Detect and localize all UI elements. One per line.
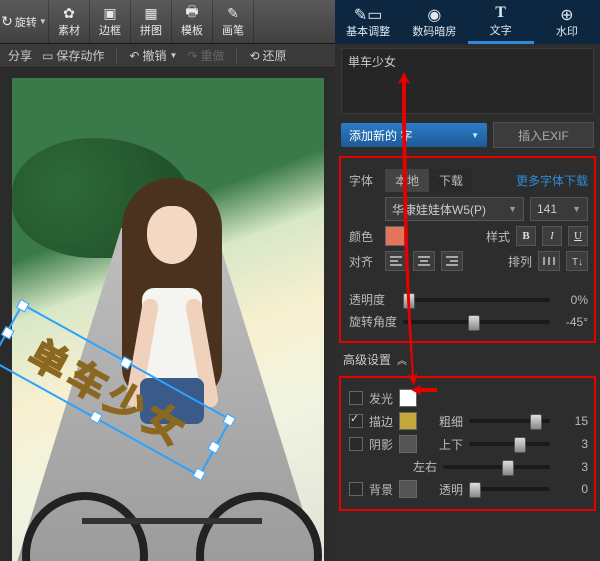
tab-basic-adjust[interactable]: ✎▭基本调整 [335, 0, 401, 44]
font-tab-local[interactable]: 本地 [385, 169, 429, 192]
style-label: 样式 [486, 228, 510, 245]
advanced-settings-header[interactable]: 高级设置 ︽ [335, 345, 600, 374]
jigsaw-tool[interactable]: ▦拼图 [131, 0, 172, 43]
color-label: 颜色 [349, 228, 379, 245]
restore-button[interactable]: ⟲还原 [249, 47, 286, 64]
opacity-value: 0% [556, 293, 588, 307]
advanced-section: 发光 描边 粗细 15 阴影 上下 3 左右 3 [339, 376, 596, 511]
more-fonts-link[interactable]: 更多字体下载 [516, 172, 588, 189]
arrange-label: 排列 [508, 253, 532, 270]
align-label: 对齐 [349, 253, 379, 270]
undo-button[interactable]: ↶撤销▼ [129, 47, 177, 64]
stroke-label: 描边 [369, 413, 393, 430]
align-center-button[interactable] [413, 251, 435, 271]
material-tool[interactable]: ✿素材 [49, 0, 90, 43]
stroke-thickness-slider[interactable] [469, 419, 550, 423]
shadow-ud-label: 上下 [439, 436, 463, 453]
border-tool[interactable]: ▣边框 [90, 0, 131, 43]
stroke-thumb[interactable] [530, 414, 542, 430]
rotate-tool[interactable]: ↻旋转▼ [0, 0, 49, 43]
underline-button[interactable]: U [568, 226, 588, 246]
brush-tool[interactable]: ✎画笔 [213, 0, 254, 43]
shadow-label: 阴影 [369, 436, 393, 453]
bg-opacity-slider[interactable] [469, 487, 550, 491]
glow-label: 发光 [369, 390, 393, 407]
shadow-ud-slider[interactable] [469, 442, 550, 446]
shadow-ud-thumb[interactable] [514, 437, 526, 453]
add-new-text-button[interactable]: 添加新的 字▼ [341, 123, 487, 147]
text-input[interactable]: 単车少女 [341, 48, 594, 114]
share-button[interactable]: 分享 [8, 47, 32, 64]
top-toolbar: ↻旋转▼ ✿素材 ▣边框 ▦拼图 🖶模板 ✎画笔 [0, 0, 335, 44]
action-bar: 分享 ▭保存动作 ↶撤销▼ ↷重做 ⟲还原 [0, 44, 335, 68]
bold-button[interactable]: B [516, 226, 536, 246]
stroke-value: 15 [556, 414, 588, 428]
right-tabs: ✎▭基本调整 ◉数码暗房 T文字 ⊕水印 [335, 0, 600, 44]
font-size-select[interactable]: 141▼ [530, 197, 588, 221]
bg-opacity-value: 0 [556, 482, 588, 496]
font-family-select[interactable]: 华康娃娃体W5(P)▼ [385, 197, 524, 221]
tab-text[interactable]: T文字 [468, 0, 534, 44]
angle-thumb[interactable] [468, 315, 480, 331]
canvas-area[interactable]: 单车少女 [0, 68, 335, 561]
italic-button[interactable]: I [542, 226, 562, 246]
separator [116, 49, 117, 63]
chevron-up-icon: ︽ [397, 352, 407, 367]
font-tab-download[interactable]: 下载 [429, 169, 473, 192]
separator [236, 49, 237, 63]
insert-exif-button[interactable]: 插入EXIF [493, 122, 594, 148]
bg-color-swatch[interactable] [399, 480, 417, 498]
redo-button[interactable]: ↷重做 [187, 47, 224, 64]
stroke-checkbox[interactable] [349, 414, 363, 428]
angle-label: 旋转角度 [349, 313, 397, 330]
bg-label: 背景 [369, 481, 393, 498]
angle-value: -45° [556, 315, 588, 329]
svg-text:T↓: T↓ [572, 257, 583, 267]
angle-slider[interactable] [403, 320, 550, 324]
shadow-ud-value: 3 [556, 437, 588, 451]
tab-darkroom[interactable]: ◉数码暗房 [401, 0, 467, 44]
font-label: 字体 [349, 172, 379, 189]
text-panel: 単车少女 添加新的 字▼ 插入EXIF 字体 本地 下载 更多字体下载 华康娃娃… [335, 44, 600, 561]
shadow-lr-slider[interactable] [443, 465, 550, 469]
bg-opacity-label: 透明 [439, 481, 463, 498]
align-left-button[interactable] [385, 251, 407, 271]
bg-checkbox[interactable] [349, 482, 363, 496]
shadow-lr-label: 左右 [413, 458, 437, 475]
opacity-slider[interactable] [403, 298, 550, 302]
font-section: 字体 本地 下载 更多字体下载 华康娃娃体W5(P)▼ 141▼ 颜色 样式 B… [339, 156, 596, 343]
stroke-thickness-label: 粗细 [439, 413, 463, 430]
glow-checkbox[interactable] [349, 391, 363, 405]
text-color-swatch[interactable] [385, 226, 405, 246]
stroke-color-swatch[interactable] [399, 412, 417, 430]
opacity-thumb[interactable] [403, 293, 415, 309]
tab-watermark[interactable]: ⊕水印 [534, 0, 600, 44]
shadow-lr-thumb[interactable] [502, 460, 514, 476]
bg-thumb[interactable] [469, 482, 481, 498]
template-tool[interactable]: 🖶模板 [172, 0, 213, 43]
opacity-label: 透明度 [349, 291, 397, 308]
shadow-lr-value: 3 [556, 460, 588, 474]
arrange-horizontal-button[interactable] [538, 251, 560, 271]
shadow-color-swatch[interactable] [399, 435, 417, 453]
align-right-button[interactable] [441, 251, 463, 271]
arrange-vertical-button[interactable]: T↓ [566, 251, 588, 271]
glow-color-swatch[interactable] [399, 389, 417, 407]
shadow-checkbox[interactable] [349, 437, 363, 451]
photo [12, 78, 324, 561]
save-action-button[interactable]: ▭保存动作 [42, 47, 104, 64]
